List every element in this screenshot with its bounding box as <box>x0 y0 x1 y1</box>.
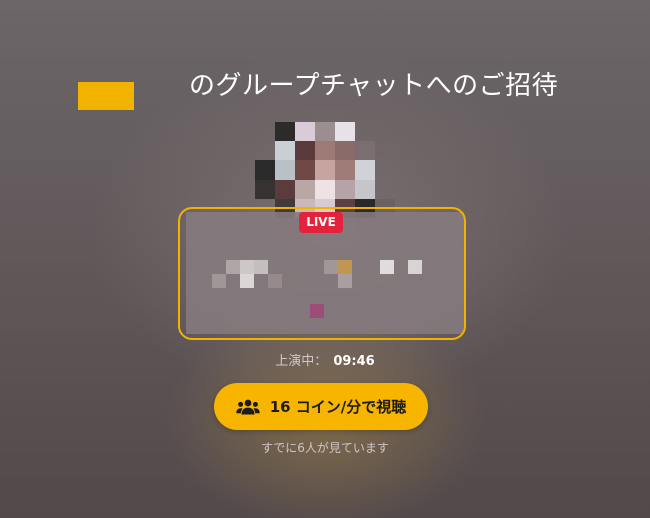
watch-button-label: 16 コイン/分で視聴 <box>269 398 407 416</box>
elapsed-time: 09:46 <box>333 354 375 369</box>
status-label: 上演中： <box>275 354 328 369</box>
viewer-count: すでに6人が見ています <box>261 441 389 455</box>
host-avatar[interactable] <box>255 122 395 218</box>
stream-status: 上演中： 09:46 <box>0 350 650 369</box>
live-badge: LIVE <box>299 212 343 233</box>
group-users-icon <box>236 399 260 414</box>
invite-title: のグループチャットへのご招待 <box>189 71 559 101</box>
watch-button[interactable]: 16 コイン/分で視聴 <box>214 383 428 430</box>
redacted-host-name <box>78 82 134 110</box>
